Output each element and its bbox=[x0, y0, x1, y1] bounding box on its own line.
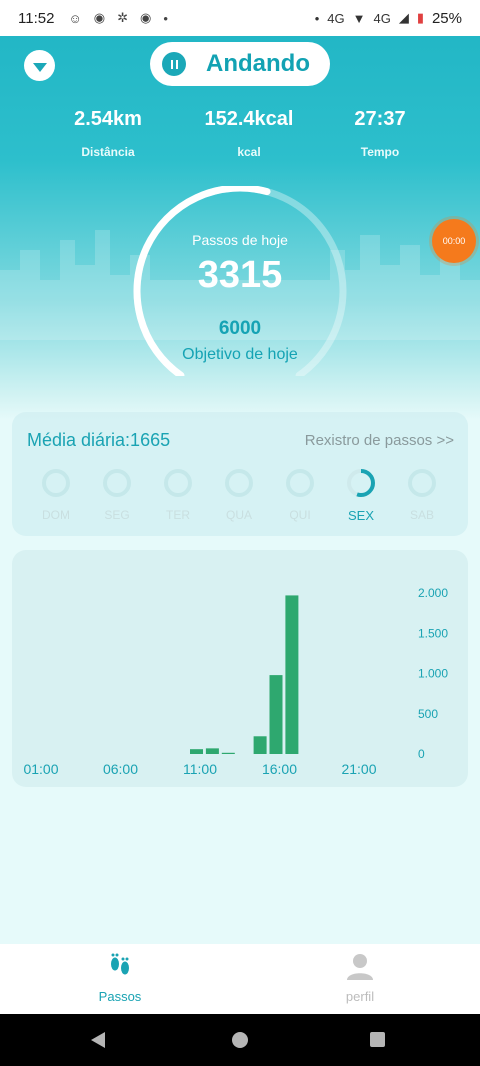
y-tick-label: 1.500 bbox=[418, 626, 448, 640]
weekday-label: SAB bbox=[409, 508, 434, 522]
weekday-sex[interactable]: SEX bbox=[341, 468, 381, 523]
y-tick-label: 0 bbox=[418, 747, 425, 761]
nav-label: Passos bbox=[98, 989, 142, 1004]
bar-hour-8 bbox=[221, 752, 235, 754]
status-time: 11:52 bbox=[18, 9, 55, 27]
footprints-icon bbox=[111, 953, 129, 975]
today-steps-label: Passos de hoje bbox=[192, 232, 288, 248]
system-navigation-bar bbox=[0, 1014, 480, 1066]
weekday-label: TER bbox=[166, 508, 190, 522]
bar-hour-10 bbox=[253, 736, 267, 754]
stat-calories: 152.4kcal kcal bbox=[179, 108, 319, 159]
activity-mode-pill[interactable]: Andando bbox=[150, 42, 330, 86]
back-icon[interactable] bbox=[91, 1032, 105, 1048]
home-icon[interactable] bbox=[232, 1032, 248, 1048]
stat-value: 27:37 bbox=[354, 108, 406, 130]
signal-icon: ◢ bbox=[398, 10, 409, 25]
today-steps-value: 3315 bbox=[197, 254, 283, 296]
weekday-sab[interactable]: SAB bbox=[402, 468, 442, 522]
weekly-summary-card: Média diária:1665 Rexistro de passos >> … bbox=[12, 412, 468, 536]
weekday-label: QUA bbox=[225, 508, 252, 522]
daily-goal-value: 6000 bbox=[218, 318, 262, 339]
status-bar: 11:52 ☺ ◉ ✲ ◉ • • 4G ▼ 4G ◢ ▮ 25% bbox=[0, 0, 480, 36]
collapse-button[interactable] bbox=[24, 50, 55, 81]
bottom-navigation: Passos perfil bbox=[0, 944, 480, 1014]
weekday-ter[interactable]: TER bbox=[158, 468, 198, 522]
weekday-progress-circle bbox=[164, 469, 192, 497]
stat-label: kcal bbox=[237, 145, 261, 159]
activity-mode-label: Andando bbox=[206, 50, 310, 77]
y-tick-label: 2.000 bbox=[418, 586, 448, 600]
y-tick-label: 500 bbox=[418, 707, 438, 721]
weekday-progress-circle bbox=[225, 469, 253, 497]
x-tick-label: 16:00 bbox=[262, 761, 297, 777]
stat-value: 2.54km bbox=[74, 108, 142, 130]
recent-apps-icon[interactable] bbox=[370, 1032, 385, 1047]
stat-label: Tempo bbox=[360, 145, 400, 159]
weekday-progress-circle bbox=[286, 469, 314, 497]
weekday-progress-circle bbox=[42, 469, 70, 497]
weekday-dom[interactable]: DOM bbox=[36, 468, 76, 522]
stat-label: Distância bbox=[81, 145, 135, 159]
weekday-seg[interactable]: SEG bbox=[97, 468, 137, 522]
x-tick-label: 01:00 bbox=[23, 761, 58, 777]
nav-label: perfil bbox=[345, 989, 375, 1004]
hourly-chart-svg: 2.000 1.500 1.000 500 0 01:00 06:00 11:00 16:00 2… bbox=[23, 586, 448, 777]
nav-tab-passos[interactable]: Passos bbox=[80, 952, 160, 1004]
nav-tab-perfil[interactable]: perfil bbox=[320, 952, 400, 1004]
notification-icon: ◉ bbox=[139, 10, 152, 25]
x-tick-label: 21:00 bbox=[341, 761, 376, 777]
weekday-progress-circle bbox=[408, 469, 436, 497]
notification-icon: ✲ bbox=[117, 10, 128, 25]
battery-percent: 25% bbox=[431, 9, 462, 27]
stat-time: 27:37 Tempo bbox=[310, 108, 450, 159]
weekday-progress-circle bbox=[347, 469, 375, 497]
daily-goal-label: Objetivo de hoje bbox=[182, 346, 298, 363]
weekday-label: SEG bbox=[104, 508, 130, 522]
dot-icon: • bbox=[314, 10, 320, 26]
bar-hour-12 bbox=[285, 595, 299, 754]
stat-distance: 2.54km Distância bbox=[38, 108, 178, 159]
y-tick-label: 1.000 bbox=[418, 667, 448, 681]
x-tick-label: 06:00 bbox=[103, 761, 138, 777]
bar-hour-7 bbox=[205, 748, 219, 754]
weekday-qui[interactable]: QUI bbox=[280, 468, 320, 522]
pause-icon[interactable] bbox=[162, 52, 186, 76]
wifi-icon: ▼ bbox=[352, 10, 366, 26]
daily-average-label: Média diária:1665 bbox=[27, 430, 171, 450]
weekday-label: QUI bbox=[289, 508, 311, 522]
step-history-link[interactable]: Rexistro de passos >> bbox=[305, 432, 454, 449]
stat-value: 152.4kcal bbox=[204, 108, 294, 130]
floating-timer-bubble[interactable]: 00:00 bbox=[432, 219, 476, 263]
weekday-qua[interactable]: QUA bbox=[219, 468, 259, 522]
more-notifications-icon: • bbox=[163, 10, 168, 26]
bar-hour-6 bbox=[190, 749, 203, 754]
network-label: 4G bbox=[373, 10, 391, 26]
network-label: 4G bbox=[327, 10, 345, 26]
weekday-label: DOM bbox=[42, 508, 70, 522]
system-status: • 4G ▼ 4G ◢ ▮ 25% bbox=[315, 10, 462, 27]
bar-hour-11 bbox=[269, 675, 283, 754]
x-tick-label: 11:00 bbox=[183, 761, 217, 777]
notification-icon: ◉ bbox=[93, 10, 106, 25]
weekday-progress-circle bbox=[103, 469, 131, 497]
battery-icon: ▮ bbox=[416, 10, 424, 25]
weekday-label: SEX bbox=[347, 508, 374, 523]
notification-icons: ☺ ◉ ✲ ◉ • bbox=[68, 10, 167, 26]
profile-icon bbox=[347, 954, 373, 980]
chevron-down-icon bbox=[32, 62, 47, 72]
notification-icon: ☺ bbox=[68, 10, 82, 26]
hourly-steps-chart: 2.000 1.500 1.000 500 0 01:00 06:00 11:00 16:00 2… bbox=[12, 550, 468, 787]
